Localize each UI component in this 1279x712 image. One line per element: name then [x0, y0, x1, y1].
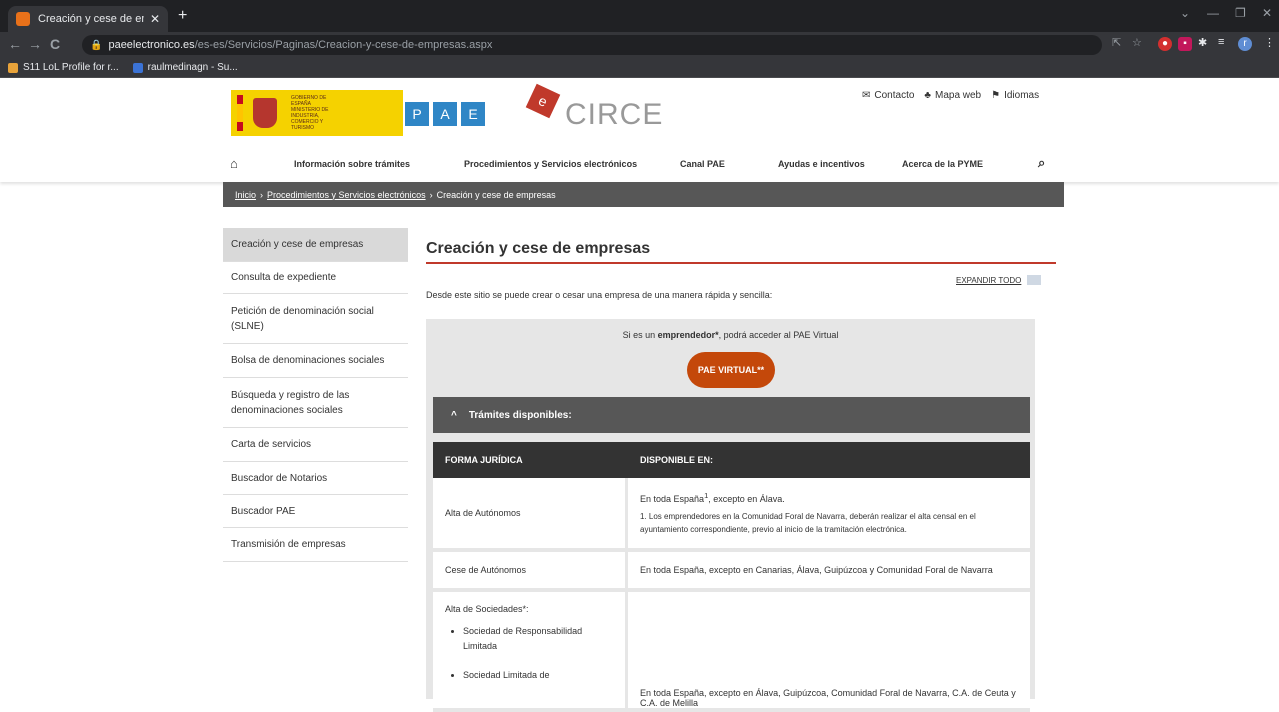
emprendedor-text: Si es un emprendedor*, podrá acceder al …	[622, 330, 839, 340]
menu-dots-icon[interactable]: ⋮	[1264, 36, 1275, 49]
search-icon[interactable]: ⌕	[1038, 155, 1045, 171]
sitemap-icon: ♣	[924, 90, 931, 101]
extension-icon[interactable]: ▪	[1178, 37, 1192, 51]
browser-toolbar: ← → C 🔒 paeelectronico.es /es-es/Servici…	[0, 32, 1279, 58]
nav-informacion[interactable]: Información sobre trámites	[294, 159, 410, 169]
breadcrumb-procedimientos[interactable]: Procedimientos y Servicios electrónicos	[267, 190, 426, 200]
gobierno-logo[interactable]: GOBIERNO DE ESPAÑA MINISTERIO DE INDUSTR…	[231, 90, 403, 136]
table-cell: Alta de Autónomos	[433, 478, 628, 548]
extensions-puzzle-icon[interactable]: ✱	[1198, 36, 1207, 49]
bookmark-item[interactable]: raulmedinagn - Su...	[132, 62, 238, 73]
table-cell: En toda España, excepto en Canarias, Ála…	[640, 565, 993, 575]
new-tab-button[interactable]: +	[178, 7, 187, 25]
bookmark-favicon-icon	[8, 62, 18, 73]
maximize-icon[interactable]: ❐	[1235, 6, 1246, 20]
lock-icon: 🔒	[90, 39, 103, 51]
sidebar-item-bolsa[interactable]: Bolsa de denominaciones sociales	[223, 344, 408, 378]
favicon-icon	[16, 12, 30, 26]
bookmark-favicon-icon	[132, 62, 143, 73]
table-row: Alta de Autónomos En toda España1, excep…	[433, 478, 1030, 552]
nav-ayudas[interactable]: Ayudas e incentivos	[778, 159, 865, 169]
nav-canal-pae[interactable]: Canal PAE	[680, 159, 725, 169]
sidebar-item-transmision[interactable]: Transmisión de empresas	[223, 528, 408, 562]
breadcrumb-current: Creación y cese de empresas	[436, 189, 556, 200]
mail-icon: ✉	[862, 90, 871, 101]
pae-virtual-button[interactable]: PAE VIRTUAL**	[687, 352, 775, 388]
browser-tab[interactable]: Creación y cese de empresas ✕	[8, 6, 168, 32]
sidebar-item-notarios[interactable]: Buscador de Notarios	[223, 462, 408, 495]
list-item: Sociedad de Responsabilidad Limitada	[463, 624, 613, 654]
window-close-icon[interactable]: ✕	[1262, 6, 1272, 20]
breadcrumb: Inicio › Procedimientos y Servicios elec…	[223, 182, 1064, 207]
contacto-link[interactable]: ✉ Contacto	[862, 90, 914, 101]
column-header: DISPONIBLE EN:	[640, 455, 714, 465]
content: Creación y cese de empresas	[426, 240, 1056, 258]
chevron-up-icon: ^	[451, 409, 457, 421]
minimize-icon[interactable]: —	[1207, 6, 1219, 20]
tab-title: Creación y cese de empresas	[38, 13, 144, 25]
share-icon[interactable]: ⇱	[1112, 36, 1121, 49]
home-icon[interactable]: ⌂	[230, 156, 238, 171]
bookmark-star-icon[interactable]: ☆	[1132, 36, 1142, 49]
sidebar-item-buscador-pae[interactable]: Buscador PAE	[223, 495, 408, 528]
table-row: Alta de Sociedades*: Sociedad de Respons…	[433, 592, 1030, 712]
sidebar-item-busqueda[interactable]: Búsqueda y registro de las denominacione…	[223, 378, 408, 428]
url-host: paeelectronico.es	[108, 39, 195, 51]
table-row: Cese de Autónomos En toda España, except…	[433, 552, 1030, 592]
tramites-table: FORMA JURÍDICA DISPONIBLE EN: Alta de Au…	[433, 442, 1030, 712]
sidebar-item-consulta[interactable]: Consulta de expediente	[223, 262, 408, 294]
sidebar: Creación y cese de empresas Consulta de …	[223, 228, 408, 562]
top-links: ✉ Contacto ♣ Mapa web ⚑ Idiomas	[862, 90, 1039, 101]
address-bar[interactable]: 🔒 paeelectronico.es /es-es/Servicios/Pag…	[82, 35, 1102, 55]
sociedades-list: Sociedad de Responsabilidad Limitada Soc…	[445, 624, 613, 697]
reading-list-icon[interactable]: ≡	[1218, 36, 1224, 48]
list-item: Sociedad Limitada de	[463, 668, 613, 683]
sidebar-item-carta[interactable]: Carta de servicios	[223, 428, 408, 462]
footnote-text: 1. Los emprendedores en la Comunidad For…	[640, 511, 976, 534]
url-path: /es-es/Servicios/Paginas/Creacion-y-cese…	[194, 39, 493, 51]
nav-acerca[interactable]: Acerca de la PYME	[902, 159, 983, 169]
breadcrumb-separator: ›	[260, 189, 264, 200]
expand-list-icon	[1027, 275, 1042, 285]
flag-icon: ⚑	[991, 90, 1001, 101]
browser-tabbar: Creación y cese de empresas ✕ + ⌄ — ❐ ✕	[0, 0, 1279, 32]
column-header: FORMA JURÍDICA	[445, 455, 523, 465]
table-cell: Cese de Autónomos	[433, 552, 628, 588]
tramites-accordion-header[interactable]: ^ Trámites disponibles:	[433, 397, 1030, 433]
table-header: FORMA JURÍDICA DISPONIBLE EN:	[433, 442, 1030, 478]
sidebar-item-creacion[interactable]: Creación y cese de empresas	[223, 228, 408, 262]
circe-logo[interactable]: CIRCE	[565, 98, 663, 132]
coat-of-arms-icon	[253, 98, 277, 128]
bookmark-item[interactable]: S11 LoL Profile for r...	[8, 62, 119, 73]
extension-opera-icon[interactable]: ●	[1158, 37, 1172, 51]
nav-procedimientos[interactable]: Procedimientos y Servicios electrónicos	[464, 159, 637, 169]
eu-flag-icon	[237, 95, 243, 131]
gobierno-text: GOBIERNO DE ESPAÑA MINISTERIO DE INDUSTR…	[291, 95, 329, 131]
sidebar-item-peticion[interactable]: Petición de denominación social (SLNE)	[223, 294, 408, 344]
reload-icon[interactable]: C	[50, 36, 60, 52]
close-icon[interactable]: ✕	[150, 12, 160, 26]
main-nav: ⌂ Información sobre trámites Procedimien…	[226, 155, 1066, 175]
tab-search-icon[interactable]: ⌄	[1180, 6, 1190, 20]
breadcrumb-inicio[interactable]: Inicio	[235, 190, 256, 200]
title-underline	[426, 262, 1056, 264]
mapa-web-link[interactable]: ♣ Mapa web	[924, 90, 981, 101]
profile-avatar[interactable]: r	[1238, 37, 1252, 51]
idiomas-link[interactable]: ⚑ Idiomas	[991, 90, 1039, 101]
pae-emblem-icon: e	[525, 83, 561, 119]
breadcrumb-separator: ›	[429, 189, 433, 200]
table-cell: En toda España, excepto en Álava, Guipúz…	[640, 688, 1016, 708]
back-icon[interactable]: ←	[8, 36, 22, 52]
table-cell: Alta de Sociedades*: Sociedad de Respons…	[433, 592, 628, 708]
table-cell: En toda España1, excepto en Álava. 1. Lo…	[628, 478, 1030, 548]
forward-icon[interactable]: →	[28, 36, 42, 52]
expandir-todo-link[interactable]: EXPANDIR TODO	[956, 275, 1042, 285]
page-title: Creación y cese de empresas	[426, 240, 651, 257]
intro-text: Desde este sitio se puede crear o cesar …	[426, 290, 773, 300]
pae-logo[interactable]: P A E e	[405, 83, 561, 136]
bookmarks-bar: S11 LoL Profile for r... raulmedinagn - …	[0, 58, 1279, 78]
